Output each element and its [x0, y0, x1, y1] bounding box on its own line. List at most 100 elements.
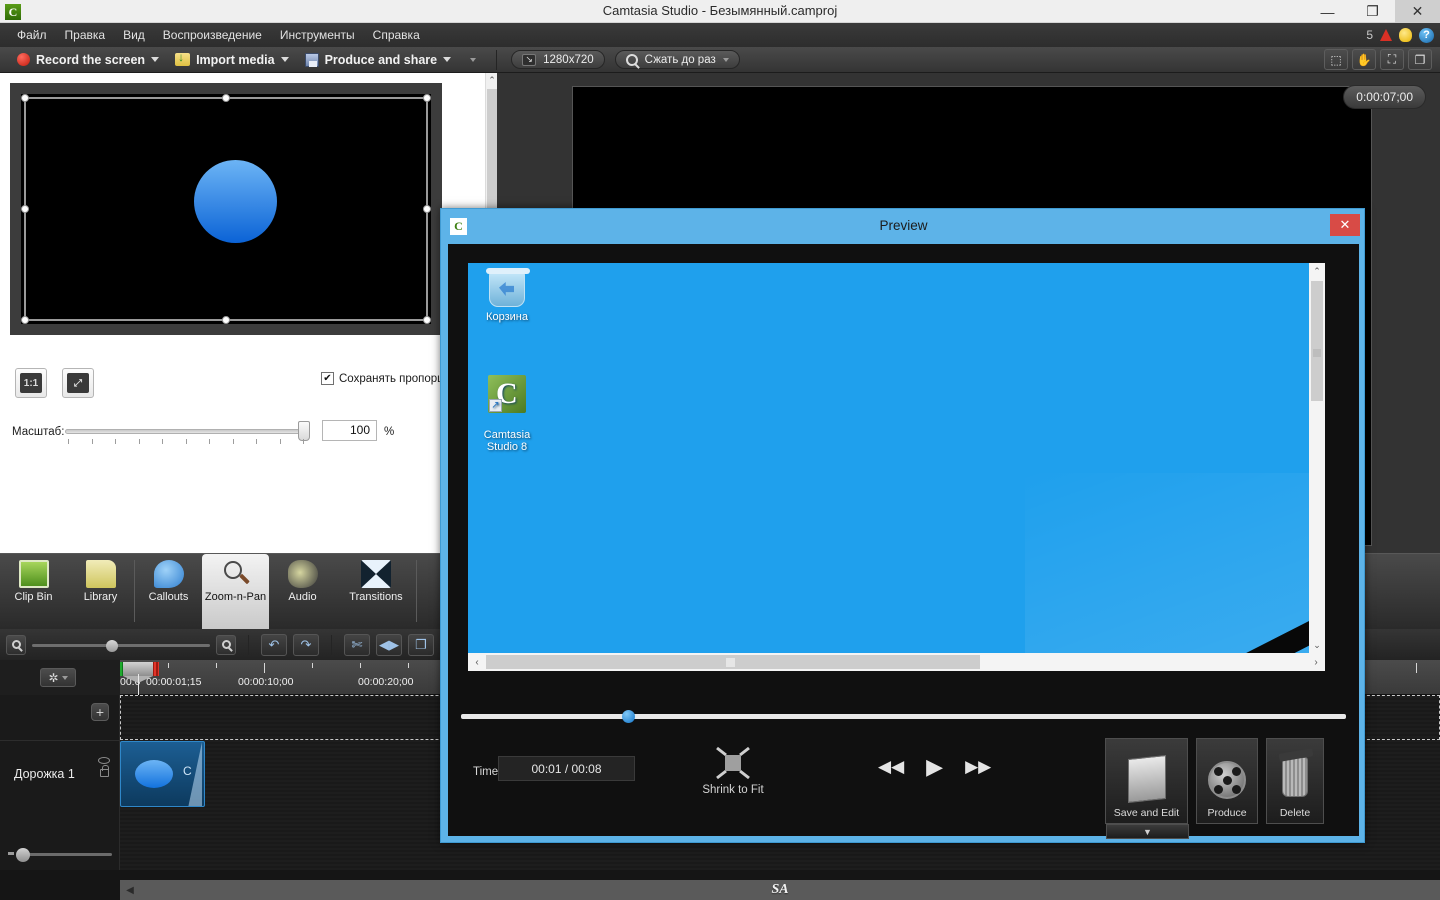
tab-zoom-n-pan[interactable]: Zoom-n-Pan [202, 554, 269, 630]
desktop-icon-recycle-bin[interactable]: Корзина [475, 268, 539, 323]
eye-icon[interactable] [98, 757, 110, 764]
one-to-one-button[interactable]: 1:1 [15, 368, 47, 398]
forward-button[interactable]: ▶▶ [965, 757, 991, 777]
record-screen-button[interactable]: Record the screen [10, 51, 166, 69]
time-label: Time [473, 766, 499, 778]
close-button[interactable]: ✕ [1395, 0, 1440, 23]
minimize-button[interactable]: — [1305, 0, 1350, 23]
preview-dialog[interactable]: C Preview ✕ Корзина C ↗ Camtasia Studio 8 [440, 208, 1365, 843]
tab-library[interactable]: Library [67, 554, 134, 630]
preview-horizontal-scrollbar[interactable]: ‹ › [468, 653, 1325, 671]
preview-vertical-scrollbar[interactable]: ⌃ ⌄ [1309, 263, 1325, 653]
tab-audio[interactable]: Audio [269, 554, 336, 630]
produce-share-button[interactable]: Produce and share [298, 51, 459, 69]
zoom-pan-canvas[interactable] [10, 83, 442, 335]
maximize-button[interactable]: ❐ [1350, 0, 1395, 23]
menu-item-tools[interactable]: Инструменты [271, 25, 364, 45]
menu-item-view[interactable]: Вид [114, 25, 154, 45]
save-and-edit-dropdown[interactable]: ▼ [1106, 824, 1189, 839]
timeline-zoom-thumb[interactable] [106, 639, 118, 652]
tab-clip-bin[interactable]: Clip Bin [0, 554, 67, 630]
play-button[interactable]: ▶ [926, 754, 943, 780]
help-icon[interactable]: ? [1419, 27, 1434, 43]
copy-button[interactable]: ❐ [408, 633, 434, 656]
timeline-hscrollbar[interactable]: ◀ SA [120, 880, 1440, 900]
resize-icon: ↘ [522, 53, 537, 66]
produce-button[interactable]: Produce [1196, 738, 1258, 824]
scroll-up-icon[interactable]: ⌃ [1309, 263, 1325, 279]
chevron-down-icon[interactable] [722, 57, 729, 62]
scroll-down-icon[interactable]: ⌄ [1309, 637, 1325, 653]
scroll-right-icon[interactable]: › [1307, 653, 1325, 671]
blue-circle-shape[interactable] [194, 160, 277, 243]
crop-icon[interactable]: ⬚ [1324, 49, 1348, 70]
alert-triangle-icon[interactable] [1380, 29, 1392, 41]
shrink-to-fit-label: Shrink to Fit [702, 784, 764, 796]
split-button[interactable]: ◀▶ [376, 633, 402, 656]
preview-close-button[interactable]: ✕ [1330, 214, 1360, 236]
resize-handle-tc[interactable] [222, 94, 230, 102]
shrink-ratio-button[interactable]: Сжать до раз [614, 50, 740, 69]
cut-button[interactable]: ✄ [344, 633, 370, 656]
menu-item-file[interactable]: Файл [8, 25, 56, 45]
resize-handle-ml[interactable] [21, 205, 29, 213]
tab-transitions[interactable]: Transitions [336, 554, 416, 630]
resize-handle-bl[interactable] [21, 316, 29, 324]
scale-slider-thumb[interactable] [298, 421, 310, 441]
fit-to-window-button[interactable]: ⤢ [62, 368, 94, 398]
resize-handle-bc[interactable] [222, 316, 230, 324]
zoom-out-icon[interactable] [6, 634, 26, 655]
dimensions-button[interactable]: ↘ 1280x720 [511, 50, 605, 69]
import-media-button[interactable]: Import media [168, 50, 296, 69]
add-track-button[interactable]: + [91, 703, 109, 721]
preview-dialog-titlebar[interactable]: C Preview ✕ [441, 209, 1366, 244]
delete-button[interactable]: Delete [1266, 738, 1324, 824]
fit-screen-icon[interactable]: ⛶ [1380, 49, 1404, 70]
save-and-edit-button[interactable]: Save and Edit ▼ [1105, 738, 1189, 839]
scroll-left-icon[interactable]: ‹ [468, 653, 486, 671]
shrink-to-fit-button[interactable]: Shrink to Fit [688, 746, 778, 796]
lightbulb-icon[interactable] [1399, 28, 1412, 42]
notification-count: 5 [1366, 28, 1373, 42]
resize-handle-mr[interactable] [423, 205, 431, 213]
chevron-down-icon[interactable] [61, 675, 68, 680]
preview-seek-bar[interactable] [461, 710, 1346, 723]
duplicate-icon[interactable]: ❐ [1408, 49, 1432, 70]
seek-handle[interactable] [622, 710, 635, 723]
chevron-down-icon[interactable] [280, 57, 289, 62]
menu-item-playback[interactable]: Воспроизведение [154, 25, 271, 45]
preview-viewport[interactable]: Корзина C ↗ Camtasia Studio 8 ⌃ ⌄ [468, 263, 1325, 653]
track-header-1[interactable]: Дорожка 1 [0, 740, 120, 806]
gear-icon[interactable]: ✲ [40, 668, 76, 687]
resize-handle-br[interactable] [423, 316, 431, 324]
timeline-clip[interactable]: C [120, 741, 205, 807]
zoom-in-icon[interactable] [216, 634, 236, 655]
track-height-slider[interactable] [8, 847, 112, 862]
keep-proportions-checkbox[interactable]: ✔ [321, 372, 334, 385]
toolbar-overflow-icon[interactable] [470, 57, 477, 62]
scroll-up-icon[interactable]: ⌃ [486, 73, 498, 87]
action-label: Delete [1279, 807, 1311, 819]
scale-value-input[interactable]: 100 [322, 420, 377, 441]
redo-button[interactable]: ↷ [293, 633, 319, 656]
hand-icon[interactable]: ✋ [1352, 49, 1376, 70]
ruler-label-1: 00:00:01;15 [146, 676, 202, 688]
resize-handle-tr[interactable] [423, 94, 431, 102]
menu-item-edit[interactable]: Правка [56, 25, 115, 45]
timeline-zoom-slider[interactable] [32, 635, 210, 655]
tab-callouts[interactable]: Callouts [135, 554, 202, 630]
lock-icon[interactable] [99, 765, 109, 777]
rewind-button[interactable]: ◀◀ [878, 757, 904, 777]
preview-dialog-body: Корзина C ↗ Camtasia Studio 8 ⌃ ⌄ ‹ › Ti… [448, 244, 1359, 839]
chevron-down-icon[interactable] [151, 57, 160, 62]
resize-handle-tl[interactable] [21, 94, 29, 102]
scale-slider-track[interactable] [65, 429, 306, 434]
desktop-icon-camtasia[interactable]: C ↗ Camtasia Studio 8 [475, 363, 539, 465]
menu-item-help[interactable]: Справка [364, 25, 429, 45]
scroll-thumb-vertical[interactable] [1311, 281, 1323, 401]
save-icon [1127, 755, 1166, 803]
undo-button[interactable]: ↶ [261, 633, 287, 656]
keep-proportions-row[interactable]: ✔ Сохранять пропорци [321, 372, 450, 385]
track-height-thumb[interactable] [16, 848, 30, 862]
chevron-down-icon[interactable] [443, 57, 452, 62]
